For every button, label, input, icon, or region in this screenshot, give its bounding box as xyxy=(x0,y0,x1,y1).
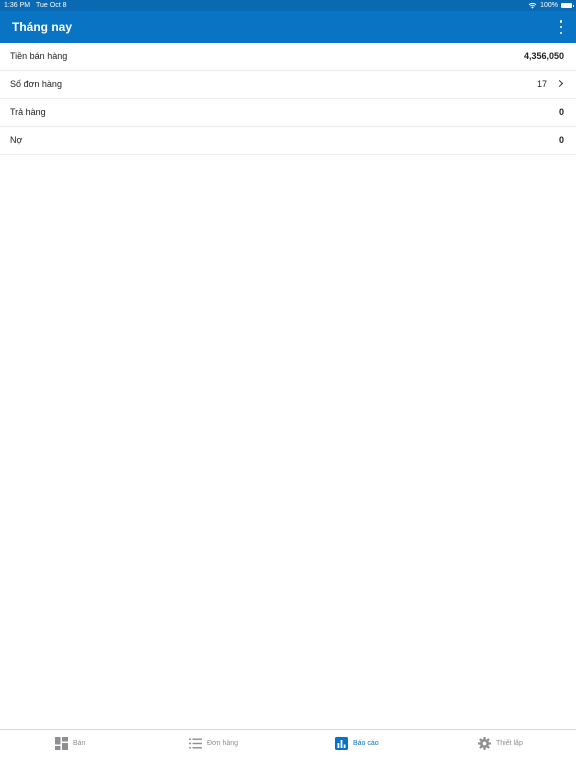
battery-percent: 100% xyxy=(540,2,558,9)
row-returns: Trả hàng 0 xyxy=(0,99,576,127)
page-title: Tháng nay xyxy=(12,20,73,34)
revenue-label: Tiền bán hàng xyxy=(10,51,68,61)
order-count-value: 17 xyxy=(536,79,547,89)
tab-settings-label: Thiết lập xyxy=(496,740,523,747)
bar-chart-icon xyxy=(335,737,348,750)
row-debt: Nợ 0 xyxy=(0,127,576,155)
debt-label: Nợ xyxy=(10,135,23,145)
debt-value: 0 xyxy=(558,135,564,145)
wifi-icon xyxy=(528,2,537,9)
tab-reports-label: Báo cáo xyxy=(353,740,379,747)
returns-value: 0 xyxy=(558,107,564,117)
chevron-right-icon xyxy=(555,79,564,88)
grid-icon xyxy=(55,737,68,750)
status-right: 100% xyxy=(528,0,574,11)
returns-label: Trả hàng xyxy=(10,107,46,117)
nav-bar: Tháng nay xyxy=(0,11,576,43)
list-icon xyxy=(189,738,202,749)
row-order-count[interactable]: Số đơn hàng 17 xyxy=(0,71,576,99)
app-screen: 1:36 PM Tue Oct 8 100% Tháng nay Tiền bá… xyxy=(0,0,576,768)
status-date: Tue Oct 8 xyxy=(36,2,67,9)
battery-icon xyxy=(561,3,574,8)
tab-sell[interactable]: Bán xyxy=(55,730,85,757)
gear-icon xyxy=(478,737,491,750)
tab-orders[interactable]: Đơn hàng xyxy=(189,730,238,757)
report-list: Tiền bán hàng 4,356,050 Số đơn hàng 17 T… xyxy=(0,43,576,155)
tab-orders-label: Đơn hàng xyxy=(207,740,239,747)
tab-reports[interactable]: Báo cáo xyxy=(335,730,379,757)
tab-bar: Bán Đơn hàng Báo cáo Thiết lập xyxy=(0,729,576,768)
order-count-label: Số đơn hàng xyxy=(10,79,62,89)
row-revenue: Tiền bán hàng 4,356,050 xyxy=(0,43,576,71)
tab-sell-label: Bán xyxy=(73,740,86,747)
status-time: 1:36 PM xyxy=(4,2,31,9)
status-bar: 1:36 PM Tue Oct 8 100% xyxy=(0,0,576,11)
tab-settings[interactable]: Thiết lập xyxy=(478,730,523,757)
more-vertical-icon[interactable] xyxy=(556,20,566,34)
revenue-value: 4,356,050 xyxy=(523,51,564,61)
